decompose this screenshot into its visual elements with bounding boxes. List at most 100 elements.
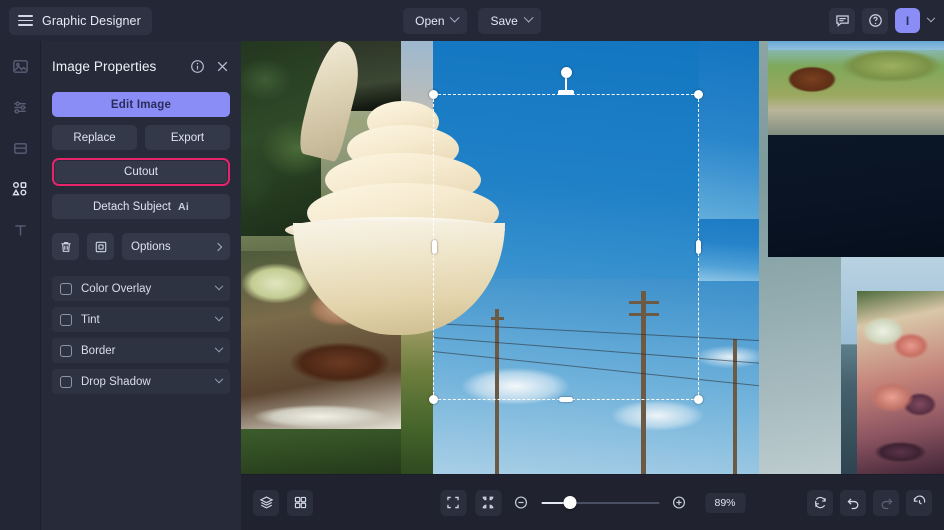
options-button[interactable]: Options	[122, 233, 230, 260]
list-item-label: Drop Shadow	[81, 376, 216, 388]
effect-border[interactable]: Border	[52, 338, 230, 363]
undo-icon	[846, 495, 861, 510]
slider-knob[interactable]	[563, 496, 576, 509]
sidebar-item-text[interactable]	[7, 217, 33, 243]
effects-list: Color Overlay Tint Border Drop Shadow	[52, 276, 230, 394]
cutout-button[interactable]: Cutout	[55, 161, 227, 183]
close-button[interactable]	[215, 59, 230, 74]
pole-crossarm	[629, 313, 659, 316]
tile-dark-window-interior[interactable]	[768, 135, 944, 257]
zoom-slider[interactable]	[541, 496, 659, 510]
tile-blue-sky-strip[interactable]	[699, 41, 759, 221]
history-icon	[912, 495, 927, 510]
chevron-down-icon[interactable]	[215, 312, 223, 320]
duplicate-button[interactable]	[87, 233, 114, 260]
replace-button[interactable]: Replace	[52, 125, 137, 150]
close-icon	[215, 59, 230, 74]
avatar[interactable]: I	[895, 8, 920, 33]
sidebar-item-adjustments[interactable]	[7, 94, 33, 120]
pole-crossarm	[629, 301, 659, 304]
chevron-down-icon[interactable]	[215, 343, 223, 351]
fit-selection-icon	[481, 495, 496, 510]
fit-screen-icon	[446, 495, 461, 510]
app-menu-button[interactable]: Graphic Designer	[9, 7, 152, 35]
page-title: Image Properties	[52, 59, 180, 74]
tile-poke-bowl[interactable]	[857, 291, 944, 474]
zoom-out-button[interactable]	[510, 492, 532, 514]
checkbox[interactable]	[60, 345, 72, 357]
list-item-label: Color Overlay	[81, 283, 216, 295]
comment-button[interactable]	[829, 8, 855, 34]
checkbox[interactable]	[60, 283, 72, 295]
image-icon	[12, 58, 29, 75]
trash-icon	[59, 240, 73, 254]
layers-icon	[259, 495, 274, 510]
grid-button[interactable]	[287, 490, 313, 516]
detach-subject-label: Detach Subject	[93, 201, 171, 213]
checkbox[interactable]	[60, 314, 72, 326]
object-tools-row: Options	[52, 233, 230, 260]
collage[interactable]	[241, 41, 944, 474]
effect-color-overlay[interactable]: Color Overlay	[52, 276, 230, 301]
history-button[interactable]	[906, 490, 932, 516]
tile-grass-railing[interactable]	[241, 429, 409, 474]
chevron-down-icon[interactable]	[215, 281, 223, 289]
chevron-down-icon[interactable]	[927, 13, 935, 21]
fit-screen-button[interactable]	[440, 490, 466, 516]
canvas-area[interactable]	[241, 41, 944, 530]
chevron-right-icon	[214, 242, 222, 250]
ai-badge: Ai	[178, 201, 189, 213]
info-button[interactable]	[190, 59, 205, 74]
edit-image-button[interactable]: Edit Image	[52, 92, 230, 117]
zoom-controls: 89%	[440, 490, 745, 516]
icecream-bowl	[293, 223, 505, 335]
panel-header: Image Properties	[52, 53, 230, 79]
redo-button[interactable]	[873, 490, 899, 516]
undo-button[interactable]	[840, 490, 866, 516]
shapes-icon	[11, 180, 29, 198]
export-button[interactable]: Export	[145, 125, 230, 150]
sliders-icon	[12, 99, 29, 116]
help-button[interactable]	[862, 8, 888, 34]
layers-button[interactable]	[253, 490, 279, 516]
list-item-label: Border	[81, 345, 216, 357]
delete-button[interactable]	[52, 233, 79, 260]
fit-selection-button[interactable]	[475, 490, 501, 516]
object-soft-serve-icecream[interactable]	[289, 41, 531, 361]
zoom-out-icon	[514, 495, 529, 510]
file-actions: Open Save	[403, 8, 541, 34]
sidebar-item-shapes[interactable]	[7, 176, 33, 202]
image-properties-panel: Image Properties Edit Image Replace Expo…	[41, 41, 241, 530]
chevron-down-icon	[450, 13, 460, 23]
detach-subject-button[interactable]: Detach Subject Ai	[52, 194, 230, 219]
sidebar-item-image[interactable]	[7, 53, 33, 79]
chevron-down-icon[interactable]	[215, 374, 223, 382]
utility-pole	[733, 339, 737, 474]
view-mode-buttons	[253, 490, 313, 516]
layout-icon	[12, 140, 29, 157]
info-circle-icon	[190, 59, 205, 74]
zoom-in-button[interactable]	[668, 492, 690, 514]
tile-brown-cow[interactable]	[768, 41, 944, 137]
tile-blue-sky-lower[interactable]	[699, 219, 761, 281]
hamburger-icon	[18, 15, 33, 26]
zoom-in-icon	[672, 495, 687, 510]
options-label: Options	[131, 241, 171, 253]
duplicate-icon	[94, 240, 108, 254]
open-button[interactable]: Open	[403, 8, 467, 34]
effect-tint[interactable]: Tint	[52, 307, 230, 332]
text-icon	[12, 222, 29, 239]
save-button[interactable]: Save	[479, 8, 541, 34]
top-bar: Graphic Designer Open Save	[0, 0, 944, 41]
zoom-level-value[interactable]: 89%	[705, 493, 745, 513]
checkbox[interactable]	[60, 376, 72, 388]
sidebar-item-layout[interactable]	[7, 135, 33, 161]
top-bar-right: I	[829, 8, 934, 34]
reset-button[interactable]	[807, 490, 833, 516]
effect-drop-shadow[interactable]: Drop Shadow	[52, 369, 230, 394]
list-item-label: Tint	[81, 314, 216, 326]
utility-pole	[641, 291, 646, 474]
bottom-toolbar: 89%	[241, 474, 944, 530]
replace-export-row: Replace Export	[52, 125, 230, 150]
redo-icon	[879, 495, 894, 510]
